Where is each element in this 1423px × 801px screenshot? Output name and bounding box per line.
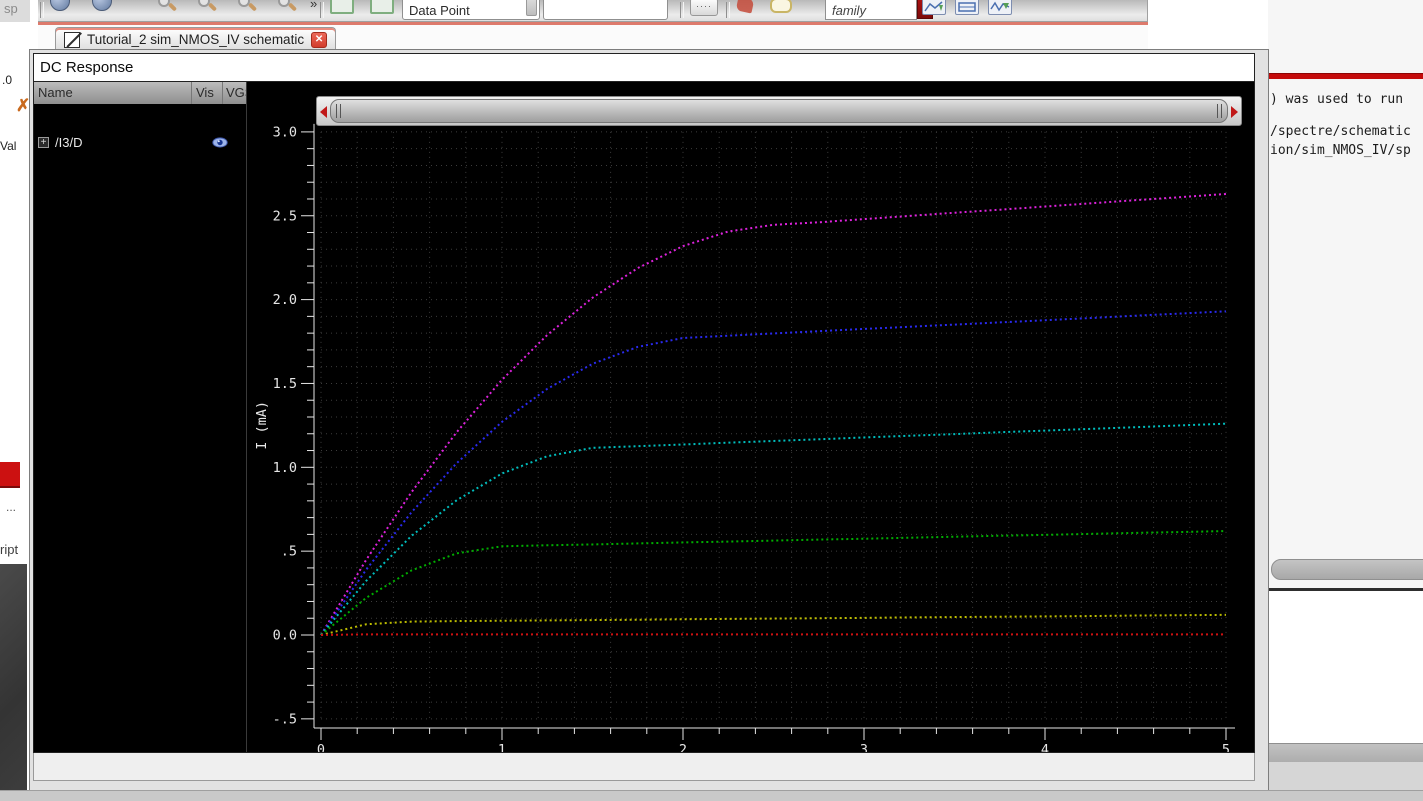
toolbar-overflow-chevron[interactable]: » [310, 0, 317, 11]
svg-text:.5: .5 [281, 544, 297, 560]
strip-mode-icon[interactable] [370, 0, 394, 14]
background-close-x-icon[interactable]: ✗ [16, 96, 30, 116]
graph-tool-icon-3[interactable] [988, 0, 1012, 15]
svg-text:-.5: -.5 [273, 711, 297, 727]
family-combobox[interactable]: family [825, 0, 933, 20]
thumb-grip-right[interactable] [1217, 104, 1222, 118]
redo-icon[interactable] [92, 0, 112, 11]
combobox-scroll-edge[interactable] [526, 0, 537, 16]
signal-name: /I3/D [55, 135, 83, 150]
note-bubble-icon[interactable] [770, 0, 792, 13]
background-script-label: ript [0, 542, 19, 557]
zoom-fit-icon[interactable] [275, 0, 299, 17]
tab-bar: Tutorial_2 sim_NMOS_IV schematic ✕ [38, 25, 1148, 51]
thumb-grip-left[interactable] [336, 104, 341, 118]
handle [167, 2, 178, 12]
toolbar-handle[interactable] [726, 2, 730, 18]
toolbar-handle[interactable] [40, 2, 44, 18]
background-field-fragment: .0 [2, 73, 13, 87]
visibility-eye-icon[interactable] [212, 137, 228, 148]
curve-blue[interactable] [320, 310, 1227, 636]
plot-content: Name Vis VGS + /I3/D -.50.0.51.01. [33, 81, 1255, 753]
blank-combobox[interactable] [543, 0, 668, 20]
svg-text:0.0: 0.0 [273, 628, 297, 644]
graph-tool-icon-1[interactable] [922, 0, 946, 15]
background-val-label: Val [0, 139, 17, 153]
ruler-button[interactable]: ···· [690, 0, 718, 16]
log-line: /spectre/schematic [1270, 124, 1411, 139]
log-line: ion/sim_NMOS_IV/sp [1270, 143, 1411, 158]
plot-pan-scrollbar[interactable] [316, 96, 1242, 126]
signal-tree-panel: Name Vis VGS + /I3/D [34, 82, 246, 752]
background-schematic-canvas-fragment [0, 564, 27, 790]
scroll-right-arrow-icon[interactable] [1231, 106, 1238, 118]
subwindow-icon[interactable] [330, 0, 354, 14]
log-line: ) was used to run [1270, 92, 1404, 107]
toolbar-handle[interactable] [320, 2, 324, 18]
signal-row-i3d[interactable]: + /I3/D [34, 135, 246, 150]
svg-text:3: 3 [860, 742, 868, 752]
family-combobox-value: family [832, 3, 866, 18]
marker-icon[interactable] [735, 0, 755, 14]
handle [207, 2, 218, 12]
zoom-out-icon[interactable] [195, 0, 219, 17]
ciw-red-divider [1268, 73, 1423, 79]
column-header-vgs[interactable]: VGS [223, 82, 246, 104]
signal-tree-header: Name Vis VGS [34, 82, 246, 104]
toolbar-handle[interactable] [680, 2, 684, 18]
zoom-x-icon[interactable] [235, 0, 259, 17]
svg-text:2: 2 [679, 742, 687, 752]
ciw-horizontal-scrollbar[interactable] [1271, 559, 1423, 580]
curve-green[interactable] [320, 530, 1227, 636]
waveform-tab-icon [64, 31, 80, 48]
tab-close-icon[interactable]: ✕ [311, 31, 328, 48]
ciw-status-bar [1268, 743, 1423, 762]
svg-text:1.0: 1.0 [273, 460, 297, 476]
screen: sp .0 ✗ Val ... ript ) was used to run /… [0, 0, 1423, 801]
column-header-name[interactable]: Name [34, 82, 192, 104]
waveform-window: DC Response Name Vis VGS + /I3/D [29, 49, 1269, 791]
data-point-combobox[interactable]: Data Point [402, 0, 540, 20]
svg-text:4: 4 [1041, 742, 1049, 752]
svg-text:1.5: 1.5 [273, 376, 297, 392]
curve-red[interactable] [320, 633, 1226, 636]
zoom-in-icon[interactable] [155, 0, 179, 17]
background-left-top-fragment: sp [0, 0, 30, 22]
handle [287, 2, 298, 12]
expand-plus-icon[interactable]: + [38, 137, 49, 148]
ciw-log-window: ) was used to run /spectre/schematic ion… [1268, 0, 1423, 801]
curve-magenta[interactable] [320, 192, 1227, 636]
background-red-button-fragment[interactable] [0, 462, 20, 488]
tab-title: Tutorial_2 sim_NMOS_IV schematic [87, 32, 305, 47]
desktop-bottom-strip [0, 790, 1423, 801]
graph-tool-icon-2[interactable] [955, 0, 979, 15]
svg-text:2.0: 2.0 [273, 292, 297, 308]
tab-tutorial2-sim-nmos-iv[interactable]: Tutorial_2 sim_NMOS_IV schematic ✕ [55, 27, 337, 51]
svg-text:2.5: 2.5 [273, 208, 297, 224]
svg-text:0: 0 [317, 742, 325, 752]
handle [247, 2, 258, 12]
ciw-input-area[interactable] [1268, 591, 1423, 743]
svg-text:1: 1 [498, 742, 506, 752]
background-dots-fragment: ... [6, 500, 17, 514]
svg-text:5: 5 [1222, 742, 1230, 752]
undo-icon[interactable] [50, 0, 70, 11]
scroll-left-arrow-icon[interactable] [320, 106, 327, 118]
svg-text:I (mA): I (mA) [254, 401, 270, 450]
plot-title: DC Response [33, 53, 1255, 81]
scrollbar-thumb[interactable] [330, 99, 1228, 123]
background-sp-text: sp [4, 1, 18, 16]
column-header-vis[interactable]: Vis [192, 82, 223, 104]
curve-cyan[interactable] [320, 422, 1227, 636]
iv-curves-plot[interactable]: -.50.0.51.01.52.02.53.0012345dc (V)I (mA… [250, 82, 1254, 752]
svg-text:3.0: 3.0 [273, 124, 297, 140]
data-point-combobox-value: Data Point [409, 3, 470, 18]
toolbar: » Data Point ···· family [38, 0, 1148, 22]
plot-panel: -.50.0.51.01.52.02.53.0012345dc (V)I (mA… [250, 82, 1254, 752]
